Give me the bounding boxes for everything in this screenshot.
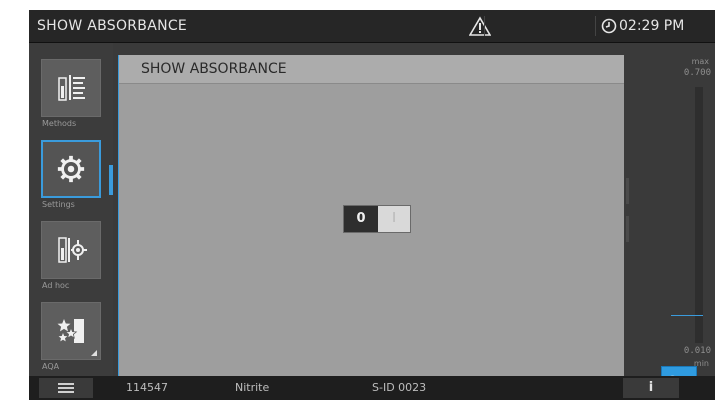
selection-indicator (109, 165, 113, 195)
topbar-divider (595, 16, 596, 36)
top-bar: SHOW ABSORBANCE 02:29 PM (29, 10, 715, 43)
info-button[interactable]: i (623, 378, 679, 398)
ad-hoc-tile[interactable] (41, 221, 101, 279)
parameter-name: Nitrite (235, 381, 270, 394)
aqa-stars-icon (57, 319, 84, 343)
warning-triangle-icon[interactable] (469, 16, 491, 36)
ad-hoc-icon (58, 237, 87, 263)
scroll-tick (626, 216, 629, 242)
sidebar-item-ad-hoc[interactable]: Ad hoc (41, 221, 103, 290)
sidebar-item-label: AQA (42, 362, 60, 371)
dialog-title: SHOW ABSORBANCE (141, 61, 287, 77)
gear-icon (57, 155, 85, 183)
status-bar: 114547 Nitrite S-ID 0023 i (29, 376, 715, 400)
sidebar-item-label: Ad hoc (42, 281, 70, 290)
sidebar: Methods Settings Ad hoc AQA (29, 43, 113, 376)
dialog-header: SHOW ABSORBANCE (119, 55, 624, 84)
expand-corner-icon (91, 350, 97, 356)
scroll-tick (626, 178, 629, 204)
scale-min-value: 0.010 (683, 346, 711, 356)
absorbance-scale: max 0.700 0.010 min (649, 43, 715, 376)
scale-max-label: max (691, 57, 709, 66)
topbar-divider (484, 16, 485, 36)
settings-tile[interactable] (41, 140, 101, 198)
sidebar-item-methods[interactable]: Methods (41, 59, 103, 128)
sample-number: 114547 (126, 381, 168, 394)
scale-min-label: min (693, 359, 709, 368)
toggle-off-option[interactable]: 0 (344, 206, 378, 232)
sidebar-item-label: Methods (42, 119, 77, 128)
scale-max-value: 0.700 (683, 68, 711, 78)
sidebar-item-settings[interactable]: Settings (41, 140, 103, 209)
instrument-screen: SHOW ABSORBANCE 02:29 PM Methods Setting… (29, 10, 715, 400)
methods-list-icon (58, 75, 85, 101)
absorbance-toggle-switch[interactable]: 0 I (343, 205, 411, 233)
toggle-on-option[interactable]: I (378, 206, 410, 232)
scale-track (695, 87, 703, 343)
clock-time: 02:29 PM (619, 18, 685, 34)
screen-title: SHOW ABSORBANCE (37, 18, 188, 34)
sample-id: S-ID 0023 (372, 381, 427, 394)
show-absorbance-dialog: SHOW ABSORBANCE 0 I OK (118, 55, 697, 400)
methods-tile[interactable] (41, 59, 101, 117)
sidebar-item-label: Settings (42, 200, 75, 209)
clock-icon (601, 18, 617, 34)
aqa-tile[interactable] (41, 302, 101, 360)
sidebar-item-aqa[interactable]: AQA (41, 302, 103, 371)
scale-marker (671, 315, 703, 316)
hamburger-menu-icon[interactable] (39, 378, 93, 398)
